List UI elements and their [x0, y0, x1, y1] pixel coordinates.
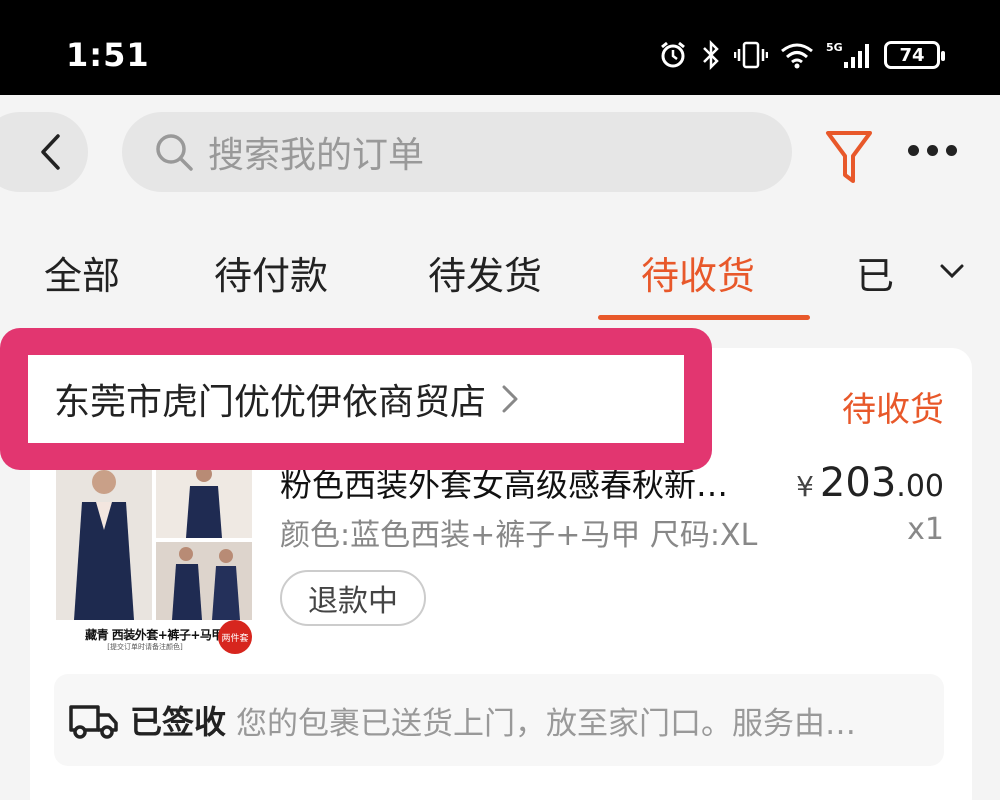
order-tabs: 全部 待付款 待发货 待收货 已: [0, 225, 1000, 325]
price-currency: ¥: [796, 470, 814, 503]
truck-icon: [69, 705, 118, 739]
more-button[interactable]: [908, 145, 957, 156]
status-time: 1:51: [66, 36, 150, 74]
search-input[interactable]: 搜索我的订单: [122, 112, 792, 192]
more-dot-icon: [946, 145, 957, 156]
tab-all[interactable]: 全部: [44, 245, 120, 300]
back-button[interactable]: [0, 112, 88, 192]
bluetooth-icon: [703, 40, 719, 70]
logistics-bar[interactable]: 已签收 您的包裹已送货上门，放至家门口。服务由…: [54, 674, 944, 766]
refund-status-button[interactable]: 退款中: [280, 570, 426, 626]
tab-pending-shipment[interactable]: 待发货: [428, 245, 542, 300]
status-icons: 5G 74: [658, 40, 945, 70]
product-price: ¥203.00: [796, 460, 944, 506]
price-integer: 203: [819, 460, 897, 506]
product-image-subcaption: [提交订单时请备注颜色]: [107, 643, 183, 651]
search-placeholder: 搜索我的订单: [208, 135, 425, 176]
signal-5g-icon: 5G: [826, 41, 869, 68]
filter-icon: [826, 131, 872, 183]
tab-completed[interactable]: 已: [856, 245, 894, 300]
tab-expand-button[interactable]: [938, 261, 966, 285]
chevron-right-icon: [502, 385, 518, 413]
battery-indicator: 74: [884, 41, 945, 69]
shop-link[interactable]: 东莞市虎门优优伊依商贸店: [28, 355, 684, 443]
product-photo: [56, 460, 252, 620]
status-bar: 1:51 5G 74: [0, 0, 1000, 95]
chevron-left-icon: [41, 134, 60, 170]
tab-pending-receipt[interactable]: 待收货: [641, 245, 755, 300]
logistics-detail: 您的包裹已送货上门，放至家门口。服务由…: [236, 705, 857, 742]
more-dot-icon: [908, 145, 919, 156]
search-icon: [156, 134, 193, 171]
price-decimal: .00: [896, 469, 944, 504]
chevron-down-icon: [940, 264, 964, 279]
product-image[interactable]: 藏青 西装外套+裤子+马甲 [提交订单时请备注颜色] 两件套: [56, 460, 252, 656]
filter-button[interactable]: [824, 129, 874, 191]
product-image-badge: 两件套: [218, 620, 252, 654]
product-quantity: x1: [907, 512, 944, 547]
logistics-status: 已签收: [130, 703, 227, 741]
svg-text:5G: 5G: [826, 41, 843, 54]
product-spec: 颜色:蓝色西装+裤子+马甲 尺码:XL: [280, 518, 758, 553]
header: 搜索我的订单: [0, 95, 1000, 225]
wifi-icon: [781, 43, 813, 69]
more-dot-icon: [927, 145, 938, 156]
alarm-icon: [661, 41, 685, 68]
tab-pending-payment[interactable]: 待付款: [214, 245, 328, 300]
shop-name: 东莞市虎门优优伊依商贸店: [54, 382, 487, 423]
order-status: 待收货: [842, 390, 944, 430]
active-tab-indicator: [598, 315, 810, 320]
vibrate-icon: [734, 41, 768, 69]
